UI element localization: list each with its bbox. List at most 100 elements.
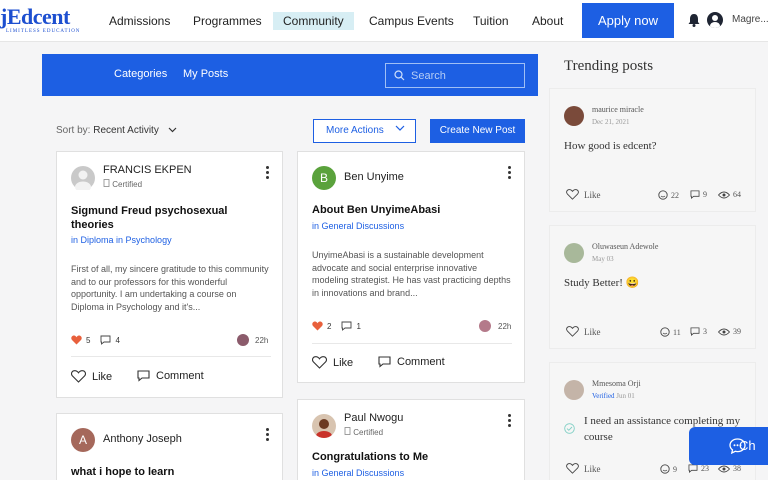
- sort-value: Recent Activity: [93, 125, 159, 136]
- post-card[interactable]: Paul Nwogu Certified Congratulations to …: [297, 399, 525, 480]
- nav-community[interactable]: Community: [273, 12, 354, 30]
- categories-link[interactable]: Categories: [114, 68, 167, 80]
- participant-avatar[interactable]: [237, 334, 249, 346]
- badge-label: Certified: [353, 428, 384, 437]
- chevron-down-icon: [395, 125, 405, 131]
- comment-icon: [378, 356, 391, 368]
- trending-title: Trending posts: [564, 58, 654, 74]
- author-avatar[interactable]: B: [312, 166, 336, 190]
- heart-outline-icon: [566, 463, 579, 474]
- heart-icon[interactable]: [312, 321, 323, 331]
- post-text[interactable]: Study Better! 😀: [564, 275, 744, 291]
- reaction-count: 11: [673, 327, 681, 337]
- edcent-logo[interactable]: jEdcent LIMITLESS EDUCATION: [0, 5, 96, 37]
- author-name[interactable]: maurice miracle: [592, 105, 644, 114]
- post-footer: Like 22 9 64: [564, 189, 744, 203]
- reaction-stat: 9: [660, 464, 677, 474]
- author-name[interactable]: Paul Nwogu: [344, 412, 403, 424]
- author-name[interactable]: Ben Unyime: [344, 171, 404, 183]
- heart-outline-icon: [566, 326, 579, 337]
- comment-button[interactable]: Comment: [137, 370, 204, 382]
- author-avatar[interactable]: [564, 243, 584, 263]
- post-title[interactable]: Congratulations to Me: [312, 450, 512, 464]
- more-options-icon[interactable]: [266, 428, 270, 442]
- eye-icon: [718, 465, 730, 472]
- comment-icon[interactable]: [100, 335, 111, 345]
- nav-programmes[interactable]: Programmes: [183, 12, 272, 30]
- comment-label: Comment: [397, 356, 445, 368]
- chevron-down-icon: [168, 127, 177, 133]
- comment-icon: [137, 370, 150, 382]
- comment-count: 3: [703, 327, 707, 336]
- author-name[interactable]: FRANCIS EKPEN: [103, 164, 192, 176]
- heart-outline-icon: [312, 356, 327, 369]
- bell-icon[interactable]: [688, 13, 700, 27]
- badge-icon: [344, 427, 351, 435]
- views-stat: 64: [718, 190, 741, 199]
- author-avatar[interactable]: [71, 166, 95, 193]
- participant-avatar[interactable]: [479, 320, 491, 332]
- sort-prefix: Sort by:: [56, 125, 91, 136]
- author-avatar[interactable]: A: [71, 428, 95, 452]
- divider: [312, 343, 512, 344]
- apply-now-button[interactable]: Apply now: [582, 3, 674, 38]
- user-avatar[interactable]: [707, 12, 723, 28]
- reaction-count: 9: [673, 464, 677, 474]
- like-button[interactable]: Like: [71, 370, 112, 383]
- trending-post[interactable]: Oluwaseun Adewole May 03 Study Better! 😀…: [549, 225, 756, 349]
- author-avatar[interactable]: [564, 106, 584, 126]
- nav-admissions[interactable]: Admissions: [99, 12, 180, 30]
- post-text[interactable]: How good is edcent?: [564, 138, 744, 154]
- like-button[interactable]: Like: [566, 463, 601, 474]
- more-options-icon[interactable]: [266, 166, 270, 180]
- post-stats: 2 1: [312, 321, 361, 331]
- smiley-icon: [658, 190, 668, 200]
- views-count: 39: [733, 327, 741, 336]
- nav-about[interactable]: About: [522, 12, 573, 30]
- author-avatar[interactable]: [564, 380, 584, 400]
- comment-button[interactable]: Comment: [378, 356, 445, 368]
- views-stat: 38: [718, 464, 741, 473]
- more-options-icon[interactable]: [508, 414, 512, 428]
- trending-post[interactable]: maurice miracle Dec 21, 2021 How good is…: [549, 88, 756, 212]
- comment-icon[interactable]: [341, 321, 352, 331]
- author-name[interactable]: Oluwaseun Adewole: [592, 242, 658, 251]
- nav-campus-events[interactable]: Campus Events: [359, 12, 464, 30]
- user-name[interactable]: Magre...: [732, 14, 768, 25]
- sort-selector[interactable]: Sort by: Recent Activity: [56, 125, 177, 136]
- more-actions-button[interactable]: More Actions: [313, 119, 416, 143]
- person-icon: [75, 170, 91, 193]
- reaction-count: 22: [671, 190, 679, 200]
- post-card[interactable]: A Anthony Joseph what i hope to learn: [56, 413, 283, 480]
- post-title[interactable]: what i hope to learn: [71, 465, 271, 479]
- like-button[interactable]: Like: [566, 189, 601, 200]
- more-options-icon[interactable]: [508, 166, 512, 180]
- my-posts-link[interactable]: My Posts: [183, 68, 228, 80]
- post-card[interactable]: FRANCIS EKPEN Certified Sigmund Freud ps…: [56, 151, 283, 398]
- reaction-stat: 11: [660, 327, 681, 337]
- post-title[interactable]: Sigmund Freud psychosexual theories: [71, 204, 261, 232]
- forum-search[interactable]: [385, 63, 525, 88]
- chat-button[interactable]: Ch: [689, 427, 768, 465]
- search-input[interactable]: [411, 69, 511, 82]
- eye-icon: [718, 328, 730, 335]
- certified-badge: Certified: [103, 179, 142, 189]
- post-category[interactable]: in General Discussions: [312, 221, 404, 231]
- post-card[interactable]: B Ben Unyime About Ben UnyimeAbasi in Ge…: [297, 151, 525, 383]
- heart-icon[interactable]: [71, 335, 82, 345]
- author-avatar[interactable]: [312, 414, 336, 438]
- like-button[interactable]: Like: [566, 326, 601, 337]
- post-category[interactable]: in Diploma in Psychology: [71, 235, 172, 245]
- post-title[interactable]: About Ben UnyimeAbasi: [312, 203, 512, 217]
- author-name[interactable]: Mmesoma Orji: [592, 379, 641, 388]
- nav-tuition[interactable]: Tuition: [463, 12, 519, 30]
- comment-count: 23: [701, 464, 709, 473]
- verified-badge: Verified Jun 01: [592, 392, 635, 400]
- create-new-post-button[interactable]: Create New Post: [430, 119, 525, 143]
- category-name: General Discussions: [321, 221, 405, 231]
- search-icon: [394, 70, 405, 81]
- author-name[interactable]: Anthony Joseph: [103, 433, 182, 445]
- like-button[interactable]: Like: [312, 356, 353, 369]
- post-category[interactable]: in General Discussions: [312, 468, 404, 478]
- certified-badge: Certified: [344, 427, 383, 437]
